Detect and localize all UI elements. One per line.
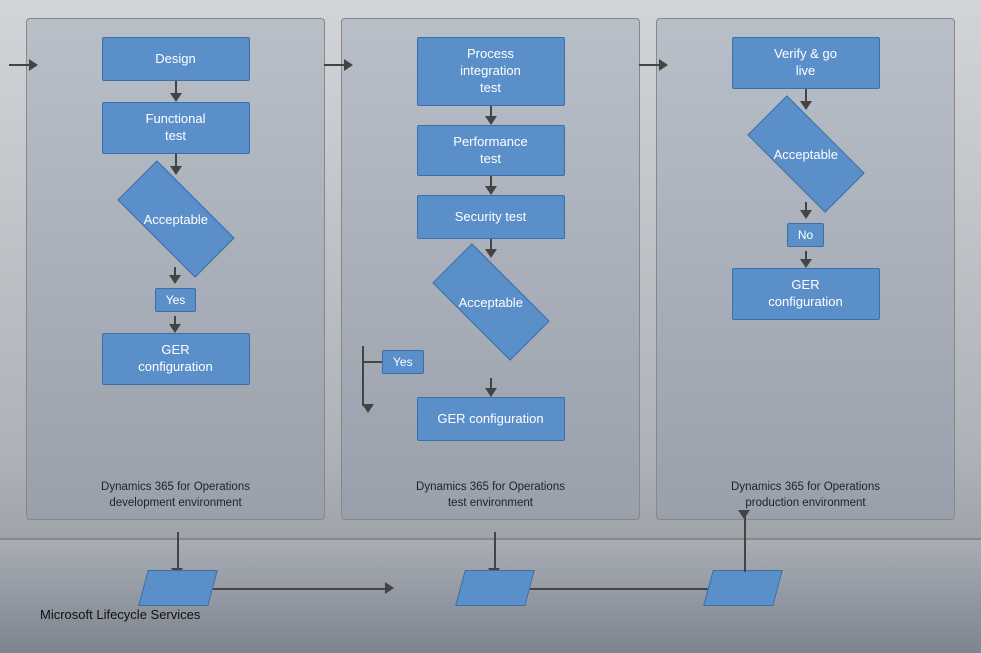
process-integration-box: Process integration test (417, 37, 565, 106)
v-line-col1-bottom (177, 532, 179, 572)
parallelograms-row (0, 540, 981, 600)
yes-badge-2: Yes (382, 350, 424, 374)
functional-test-box: Functional test (102, 102, 250, 154)
incoming-arrow-2 (324, 59, 353, 71)
incoming-arrow-3 (639, 59, 668, 71)
arrowhead-col3-up (738, 510, 750, 519)
column-test: Process integration test Performance tes… (341, 18, 640, 520)
h-arrow-2-3 (530, 588, 713, 590)
column-development: Design Functional test Acceptable (26, 18, 325, 520)
arrow-col3-1 (800, 89, 812, 110)
h-arrow-1-2 (213, 588, 388, 590)
columns-wrapper: Design Functional test Acceptable (0, 0, 981, 520)
column-production: Verify & go live Acceptable No (656, 18, 955, 520)
ger-config-box-1: GER configuration (102, 333, 250, 385)
column1-label: Dynamics 365 for Operations development … (27, 479, 324, 511)
no-badge: No (787, 223, 824, 247)
yes-section-1: Yes (155, 267, 197, 333)
main-wrapper: Design Functional test Acceptable (0, 0, 981, 653)
parallelogram-3 (703, 570, 783, 606)
acceptable-diamond-3: Acceptable (751, 114, 861, 194)
arrow-col2-2 (485, 176, 497, 195)
yes-section-2: Yes (352, 346, 629, 397)
performance-test-box: Performance test (417, 125, 565, 177)
design-box: Design (102, 37, 250, 81)
incoming-arrow-1 (9, 59, 38, 71)
acceptable-diamond-1: Acceptable (121, 179, 231, 259)
arrow-col2-3 (485, 239, 497, 258)
acceptable-diamond-2: Acceptable (436, 262, 546, 342)
security-test-box: Security test (417, 195, 565, 239)
arrow-col2-1 (485, 106, 497, 125)
arrow-1 (170, 81, 182, 102)
arrow-col2-4 (485, 378, 497, 397)
arrowhead-h-1-2 (385, 582, 394, 594)
column3-label: Dynamics 365 for Operations production e… (657, 479, 954, 511)
ger-config-box-3: GER configuration (732, 268, 880, 320)
parallelogram-1 (138, 570, 218, 606)
no-section: No (787, 202, 824, 268)
verify-box: Verify & go live (732, 37, 880, 89)
mls-area: Microsoft Lifecycle Services (0, 538, 981, 653)
column2-label: Dynamics 365 for Operations test environ… (342, 479, 639, 511)
ger-config-box-2: GER configuration (417, 397, 565, 441)
v-line-col2-bottom (494, 532, 496, 572)
yes-badge-1: Yes (155, 288, 197, 312)
parallelogram-2 (455, 570, 535, 606)
arrow-2 (170, 154, 182, 175)
v-line-col3-up (744, 512, 746, 572)
